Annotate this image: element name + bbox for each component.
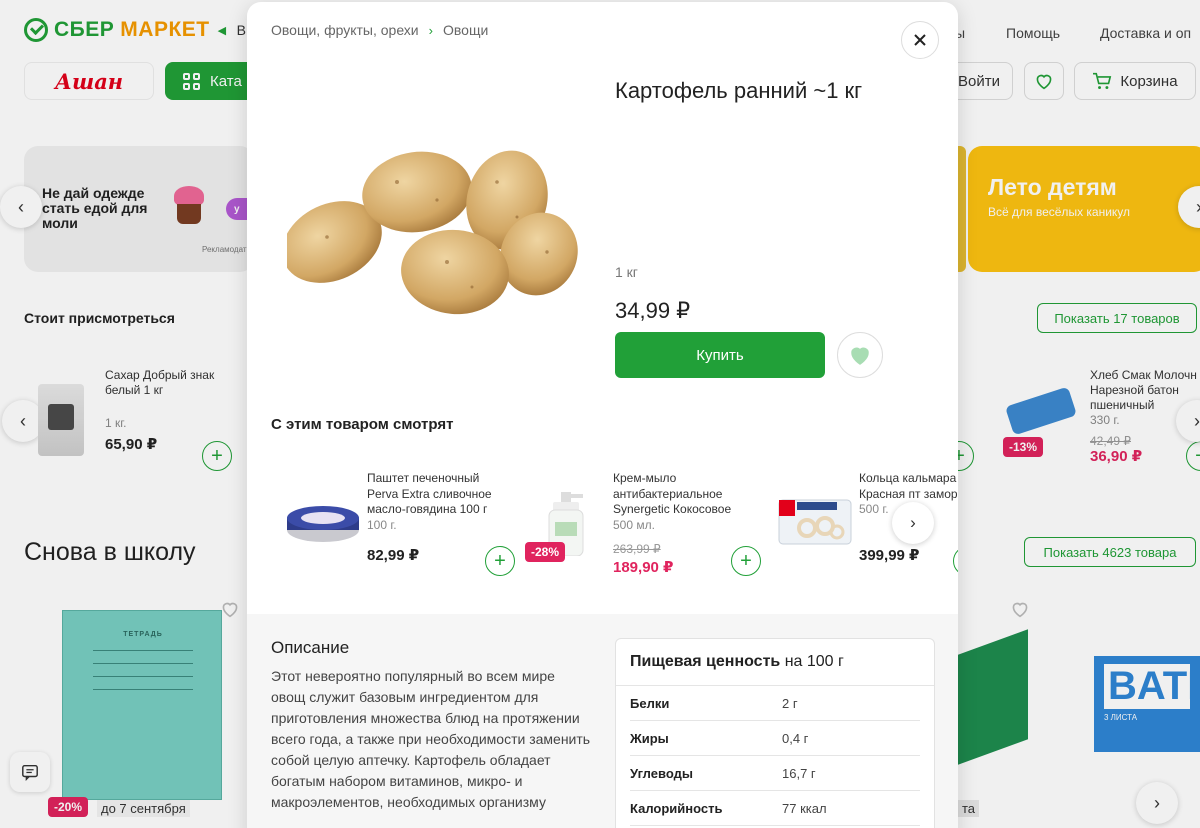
nutrition-header: Пищевая ценность на 100 г — [616, 639, 934, 686]
nutrition-key: Калорийность — [630, 800, 723, 816]
nutrition-value: 2 г — [782, 695, 798, 711]
product-image-potato — [287, 150, 578, 315]
breadcrumb-item-subcategory[interactable]: Овощи — [443, 22, 488, 38]
product-weight: 100 г. — [367, 517, 397, 532]
product-weight: 1 кг — [615, 264, 638, 280]
close-icon — [914, 34, 926, 46]
product-name: Крем-мыло антибактериальное Synergetic К… — [613, 471, 732, 516]
nutrition-value: 77 ккал — [782, 800, 827, 816]
nutrition-key: Белки — [630, 695, 670, 711]
product-modal: Овощи, фрукты, орехи › Овощи Картофель р… — [247, 2, 958, 828]
product-details-section: Описание Этот невероятно популярный во в… — [247, 614, 958, 828]
chevron-right-icon: › — [910, 513, 916, 532]
nutrition-value: 0,4 г — [782, 730, 809, 746]
breadcrumb-item-category[interactable]: Овощи, фрукты, орехи — [271, 22, 419, 38]
chevron-right-icon: › — [428, 22, 433, 38]
add-to-cart-button[interactable]: + — [953, 546, 958, 576]
product-old-price: 263,99 ₽ — [613, 542, 661, 556]
related-product-info: Крем-мыло антибактериальное Synergetic К… — [613, 471, 753, 533]
description-title: Описание — [271, 638, 350, 657]
product-price: 189,90 ₽ — [613, 559, 674, 576]
product-image-pate — [287, 506, 359, 542]
nutrition-row: Углеводы 16,7 г — [630, 756, 920, 791]
nutrition-row: Жиры 0,4 г — [630, 721, 920, 756]
nutrition-key: Жиры — [630, 730, 669, 746]
related-section-title: С этим товаром смотрят — [271, 416, 454, 433]
nutrition-row: Белки 2 г — [630, 686, 920, 721]
related-product-info: Паштет печеночный Perva Extra сливочное … — [367, 471, 507, 533]
product-price: 34,99 ₽ — [615, 298, 691, 323]
heart-icon — [851, 347, 869, 365]
product-image-squid-rings — [778, 499, 852, 545]
add-to-cart-button[interactable]: + — [731, 546, 761, 576]
close-button[interactable] — [901, 21, 939, 59]
product-price: 82,99 ₽ — [367, 547, 420, 564]
nutrition-row: Калорийность 77 ккал — [630, 791, 920, 826]
product-weight: 500 мл. — [613, 517, 655, 532]
related-product-card[interactable]: -28% Крем-мыло антибактериальное Synerge… — [517, 470, 763, 590]
nutrition-key: Углеводы — [630, 765, 693, 781]
add-to-cart-button[interactable]: + — [485, 546, 515, 576]
add-to-favorites-button[interactable] — [837, 332, 883, 378]
nutrition-per: на 100 г — [784, 653, 844, 670]
plus-icon: + — [494, 550, 506, 572]
plus-icon: + — [740, 550, 752, 572]
discount-badge: -28% — [525, 542, 566, 562]
breadcrumb: Овощи, фрукты, орехи › Овощи — [271, 22, 488, 38]
related-next-button[interactable]: › — [892, 502, 934, 544]
product-name: Паштет печеночный Perva Extra сливочное … — [367, 471, 492, 516]
nutrition-title: Пищевая ценность — [630, 653, 781, 670]
product-price: 399,99 ₽ — [859, 547, 920, 564]
nutrition-table: Пищевая ценность на 100 г Белки 2 г Жиры 0… — [615, 638, 935, 828]
product-name: Кольца кальмара АШАН Красная пт заморо 5… — [859, 471, 958, 501]
buy-label: Купить — [696, 346, 744, 364]
description-text: Этот невероятно популярный во всем мире … — [271, 668, 591, 810]
related-product-card[interactable]: Паштет печеночный Perva Extra сливочное … — [271, 470, 517, 590]
buy-button[interactable]: Купить — [615, 332, 825, 378]
product-title: Картофель ранний ~1 кг — [615, 78, 863, 103]
nutrition-value: 16,7 г — [782, 765, 816, 781]
